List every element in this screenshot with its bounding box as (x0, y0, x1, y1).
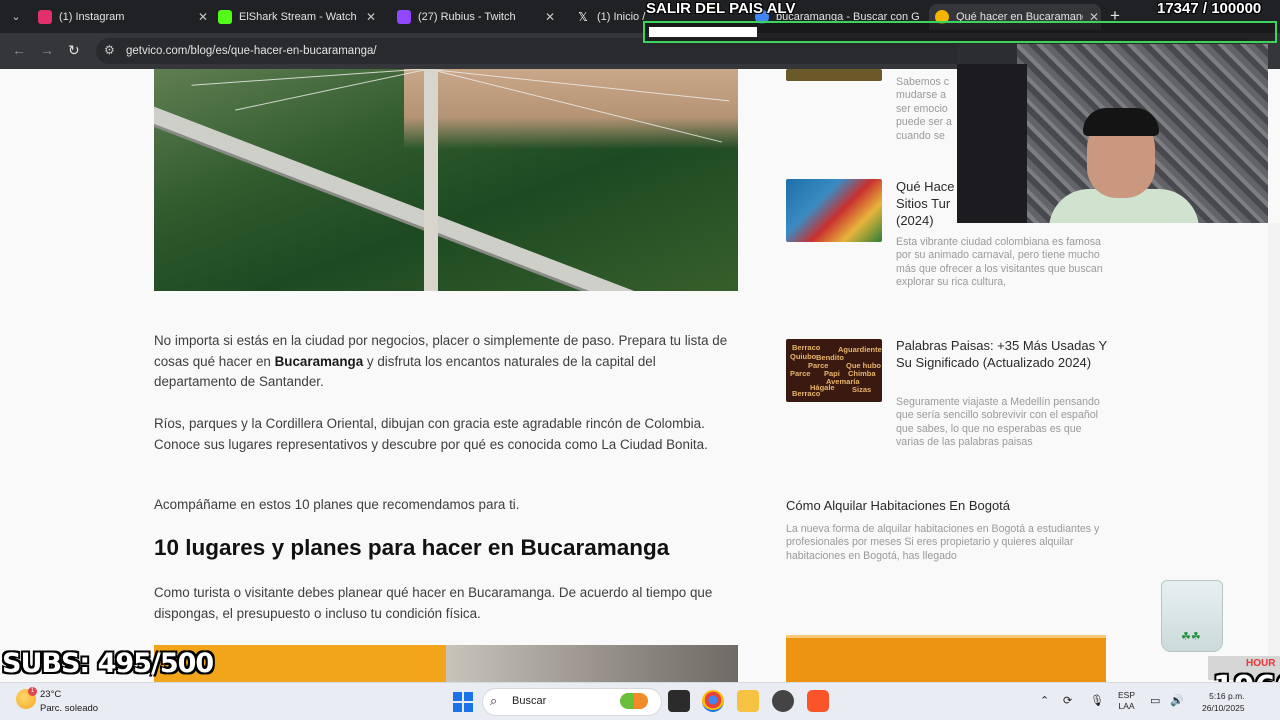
twitch-icon (397, 10, 411, 24)
bucaramanga-link[interactable]: Bucaramanga (275, 354, 364, 369)
description-paragraph: Ríos, parques y la Cordillera Oriental, … (154, 416, 708, 452)
windows-start-icon[interactable] (453, 692, 473, 712)
sidebar-post-excerpt: La nueva forma de alquilar habitaciones … (786, 523, 1100, 562)
streamer-webcam (957, 44, 1268, 223)
bridge-pylon (424, 69, 438, 291)
sidebar-post-title[interactable]: Palabras Paisas: +35 Más Usadas Y Su Sig… (896, 338, 1108, 372)
back-icon[interactable]: ← (12, 42, 26, 58)
close-tab-icon[interactable]: ✕ (198, 10, 210, 24)
page-edge (1268, 223, 1280, 656)
hour-label: HOUR (1246, 658, 1276, 669)
banner-photo (446, 645, 738, 682)
instagram-icon (38, 10, 52, 24)
tray-chevron-icon[interactable]: ⌃ (1040, 694, 1049, 707)
reload-icon[interactable]: ↻ (68, 42, 80, 59)
planning-paragraph: Como turista o visitante debes planear q… (154, 585, 713, 621)
sidebar-post-thumbnail-wordcloud[interactable]: Berraco Quiubo Aguardiente Bendito Parce… (786, 339, 882, 402)
sync-icon[interactable]: ⟳ (1063, 694, 1072, 707)
windows-taskbar: 1 23°C Parc. soleado ⌕ Buscar ⌃ ⟳ 🎙 ESP … (0, 682, 1280, 720)
search-icon: ⌕ (490, 693, 498, 708)
volume-icon[interactable]: 🔊 (1170, 694, 1184, 707)
close-tab-icon[interactable]: ✕ (545, 10, 557, 24)
sidebar-post-title[interactable]: Qué Hace Sitios Tur (2024) (896, 179, 956, 229)
tab-search-chevron-icon[interactable]: ⌄ (7, 8, 25, 26)
brave-icon[interactable] (807, 690, 829, 712)
subs-counter: SUBS: 495/500 (2, 648, 214, 679)
sidebar-post-title[interactable]: Cómo Alquilar Habitaciones En Bogotá (786, 498, 1108, 515)
glass-logo: ☘☘ (1181, 631, 1201, 643)
stream-goal-title: SALIR DEL PAIS ALV (646, 0, 796, 17)
app-icon[interactable] (772, 690, 794, 712)
network-icon[interactable]: ▭ (1150, 694, 1160, 707)
bridge-hero-image (154, 69, 738, 291)
tab-elshark[interactable]: ElShark Stream - Watch Live ✕ (218, 4, 378, 30)
stream-goal-counter: 17347 / 100000 (1157, 0, 1262, 17)
kick-icon (218, 10, 232, 24)
sidebar-post-thumbnail-carnival[interactable] (786, 179, 882, 242)
x-logo-icon: 𝕏 (578, 10, 588, 24)
plans-paragraph: Acompáñame en estos 10 planes que recome… (154, 497, 520, 512)
weather-description[interactable]: Parc. soleado (40, 703, 98, 714)
taskbar-search-label: Buscar (512, 695, 547, 707)
sidebar-post-excerpt: Sabemos c mudarse a ser emocio puede ser… (896, 76, 952, 142)
chrome-icon[interactable] (702, 690, 724, 712)
task-view-icon[interactable] (668, 690, 690, 712)
sidebar-promo-banner[interactable] (786, 635, 1106, 682)
stream-goal-progress-bar (643, 21, 1277, 43)
file-explorer-icon[interactable] (737, 690, 759, 712)
sidebar-post-thumbnail[interactable] (786, 69, 882, 81)
language-indicator[interactable]: ESP LAA (1118, 690, 1135, 712)
stream-goal-progress-fill (649, 27, 757, 37)
intro-paragraph: No importa si estás en la ciudad por neg… (154, 333, 728, 390)
sidebar-post-excerpt: Seguramente viajaste a Medellín pensando… (896, 396, 1100, 449)
tab-instagram[interactable]: (1) Instagram ✕ (38, 4, 210, 30)
tab-twitch[interactable]: (27) Rubius - Twitch ✕ (397, 4, 557, 30)
url-text[interactable]: getvico.com/blog/es/que-hacer-en-bucaram… (126, 45, 377, 57)
system-clock[interactable]: 5:16 p.m. 26/10/2025 (1202, 690, 1245, 714)
microphone-icon[interactable]: 🎙 (1090, 694, 1104, 707)
city-houses (404, 69, 738, 149)
tab-x[interactable]: 𝕏 (1) Inicio / X (576, 4, 646, 30)
search-highlight-icon (620, 693, 648, 709)
section-heading: 10 lugares y planes para hacer en Bucara… (154, 535, 670, 560)
forward-icon[interactable]: → (40, 42, 54, 58)
close-tab-icon[interactable]: ✕ (366, 10, 378, 24)
sidebar-post-excerpt: Esta vibrante ciudad colombiana es famos… (896, 236, 1103, 289)
weather-temp[interactable]: 23°C (40, 689, 61, 700)
site-info-icon[interactable]: ⚙ (104, 43, 115, 57)
next-section-banner (154, 645, 738, 682)
weather-badge: 1 (28, 687, 37, 696)
